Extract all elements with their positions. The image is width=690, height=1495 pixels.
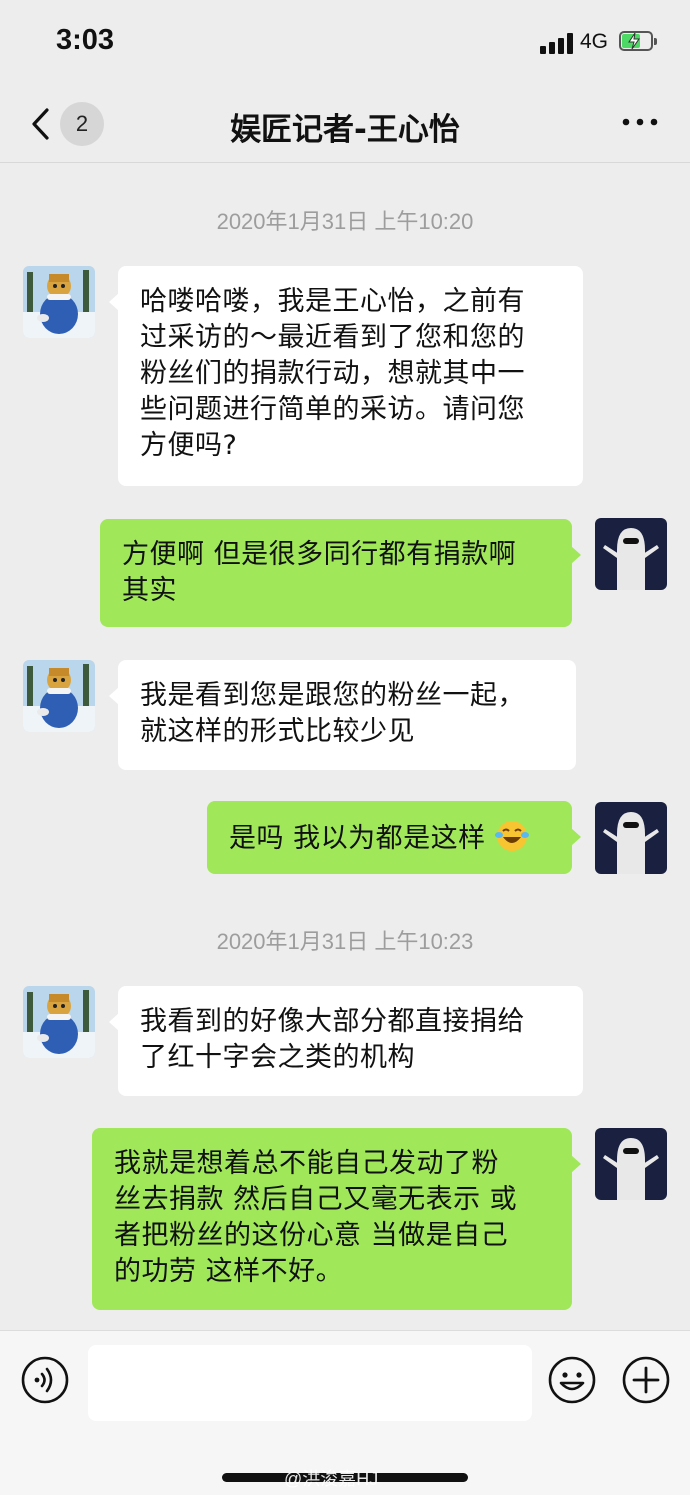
cartoon-character-avatar-icon [23,986,95,1058]
cartoon-character-avatar-icon [23,660,95,732]
message-text-line: 就这样的形式比较少见 [140,716,415,747]
message-text-line: 者把粉丝的这份心意 当做是自己 [114,1220,509,1251]
voice-icon[interactable] [20,1355,70,1405]
message-text-line: 丝去捐款 然后自己又毫无表示 或 [114,1184,518,1215]
ghost-avatar-icon [595,1128,667,1200]
signal-icon [540,32,574,54]
message-text-line: 我是看到您是跟您的粉丝一起， [140,680,525,711]
contact-avatar[interactable] [23,266,95,338]
ghost-avatar-icon [595,802,667,874]
message-text-line: 其实 [122,575,177,606]
message-text-line: 方便啊 但是很多同行都有捐款啊 [122,539,517,570]
message-text-line: 粉丝们的捐款行动，想就其中一 [140,358,525,389]
chat-header: 2 娱匠记者-王心怡 [0,90,690,163]
chat-title: 娱匠记者-王心怡 [230,112,460,148]
message-input-bar: @洪浚嘉HJ [0,1330,690,1495]
message-text-line: 了红十字会之类的机构 [140,1042,415,1073]
message-input[interactable] [88,1345,532,1421]
message-text-line: 过采访的～最近看到了您和您的 [140,322,525,353]
received-message-bubble[interactable]: 哈喽哈喽，我是王心怡，之前有 过采访的～最近看到了您和您的 粉丝们的捐款行动，想… [109,266,583,486]
my-avatar[interactable] [595,518,667,590]
received-message-bubble[interactable]: 我看到的好像大部分都直接捐给 了红十字会之类的机构 [109,986,583,1096]
message-text-line: 哈喽哈喽，我是王心怡，之前有 [140,286,525,317]
message-text-line: 的功劳 这样不好。 [114,1256,344,1287]
ghost-avatar-icon [595,518,667,590]
status-time: 3:03 [56,24,115,56]
message-text-line: 些问题进行简单的采访。请问您 [140,394,525,425]
message-text: 是吗 我以为都是这样 [229,823,486,854]
network-type: 4G [580,30,609,53]
contact-avatar[interactable] [23,986,95,1058]
emoji-icon[interactable] [547,1355,597,1405]
sent-message-bubble[interactable]: 方便啊 但是很多同行都有捐款啊 其实 [100,519,581,627]
contact-avatar[interactable] [23,660,95,732]
received-message-bubble[interactable]: 我是看到您是跟您的粉丝一起， 就这样的形式比较少见 [109,660,576,770]
watermark: @洪浚嘉HJ [284,1469,379,1489]
message-text-line: 我看到的好像大部分都直接捐给 [140,1006,525,1037]
timestamp-divider: 2020年1月31日 上午10:23 [216,929,474,954]
sent-message-bubble[interactable]: 我就是想着总不能自己发动了粉 丝去捐款 然后自己又毫无表示 或 者把粉丝的这份心… [92,1128,581,1310]
laughing-tears-emoji-icon [494,821,529,851]
plus-icon[interactable] [621,1355,671,1405]
message-text-line: 方便吗? [140,430,238,461]
cartoon-character-avatar-icon [23,266,95,338]
message-text-line: 是吗 我以为都是这样 [229,819,550,857]
sent-message-bubble[interactable]: 是吗 我以为都是这样 [207,801,581,874]
more-dots-icon[interactable] [620,110,660,134]
my-avatar[interactable] [595,802,667,874]
timestamp-divider: 2020年1月31日 上午10:20 [216,209,474,234]
message-text-line: 我就是想着总不能自己发动了粉 [114,1148,499,1179]
status-bar: 3:03 4G [0,0,690,90]
my-avatar[interactable] [595,1128,667,1200]
battery-icon [619,31,657,53]
